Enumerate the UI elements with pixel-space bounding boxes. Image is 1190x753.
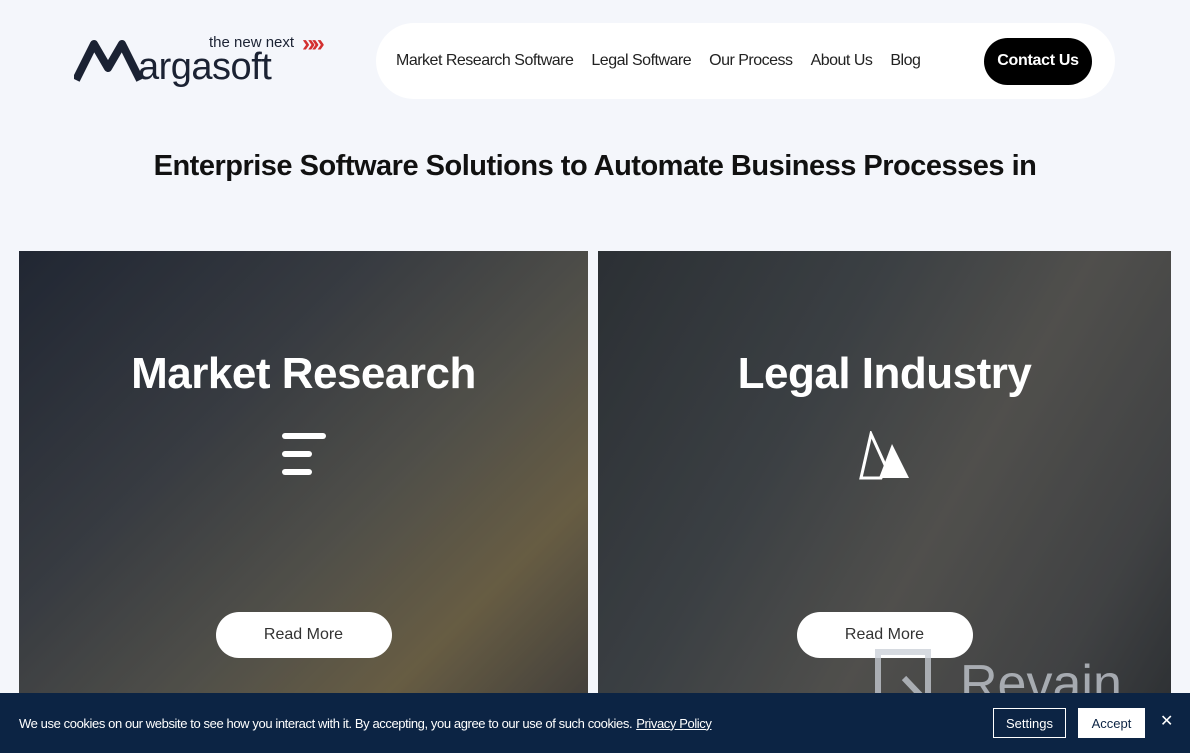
nav-our-process[interactable]: Our Process — [709, 52, 793, 70]
logo-tagline: the new next — [209, 34, 295, 51]
cookie-banner: We use cookies on our website to see how… — [0, 693, 1190, 753]
close-icon[interactable]: ✕ — [1160, 711, 1173, 731]
chevrons-right-icon: »» — [302, 30, 325, 57]
nav-market-research-software[interactable]: Market Research Software — [396, 52, 574, 70]
nav-blog[interactable]: Blog — [890, 52, 921, 70]
cookie-accept-button[interactable]: Accept — [1078, 708, 1145, 738]
nav-legal-software[interactable]: Legal Software — [591, 52, 691, 70]
nav-about-us[interactable]: About Us — [811, 52, 873, 70]
main-nav: Market Research Software Legal Software … — [376, 23, 1115, 99]
read-more-button[interactable]: Read More — [215, 612, 392, 658]
margasoft-logo[interactable]: argasoft the new next »» — [74, 30, 336, 88]
cookie-message: We use cookies on our website to see how… — [19, 715, 633, 731]
bars-icon — [281, 433, 326, 475]
card-legal-industry[interactable]: Legal Industry Read More — [598, 251, 1171, 696]
privacy-policy-link[interactable]: Privacy Policy — [636, 716, 712, 731]
cookie-text: We use cookies on our website to see how… — [19, 716, 712, 731]
logo-m-icon — [74, 40, 142, 82]
cookie-settings-button[interactable]: Settings — [993, 708, 1066, 738]
card-title: Market Research — [131, 349, 476, 398]
page-title: Enterprise Software Solutions to Automat… — [153, 150, 1037, 182]
logo-wordmark: argasoft — [138, 46, 272, 88]
contact-us-button[interactable]: Contact Us — [984, 37, 1092, 85]
card-market-research[interactable]: Market Research Read More — [19, 251, 588, 696]
card-title: Legal Industry — [737, 349, 1032, 398]
mountain-icon — [858, 431, 909, 480]
